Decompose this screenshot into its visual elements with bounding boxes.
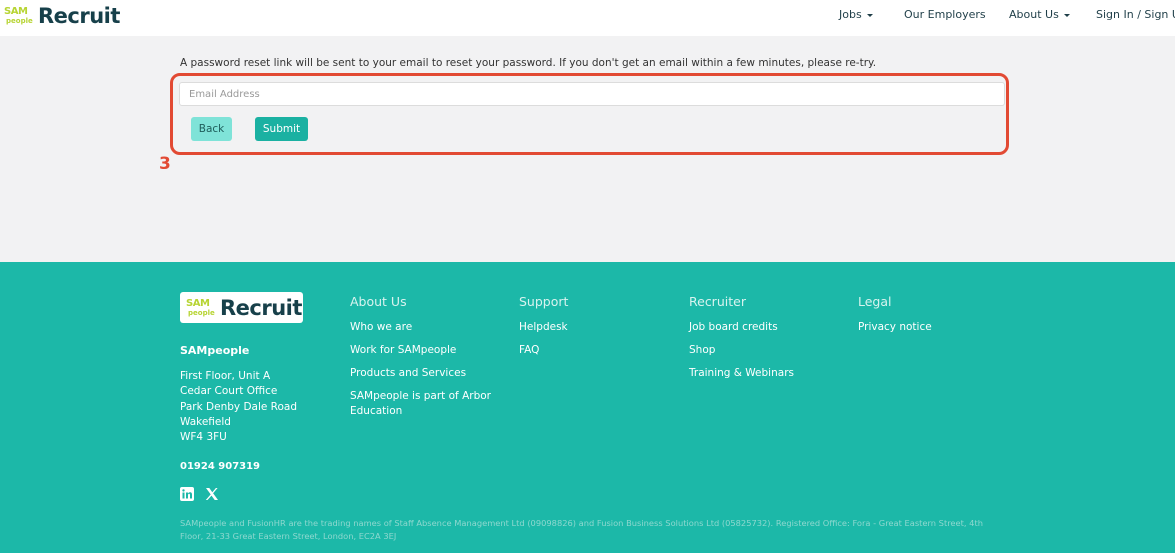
site-header: SAM people Recruit Jobs Our Employers Ab…: [0, 0, 1175, 36]
nav-employers-label: Our Employers: [904, 8, 986, 21]
footer-link-privacy-notice[interactable]: Privacy notice: [858, 320, 932, 335]
logo-people-text: people: [6, 17, 33, 25]
address-line: Wakefield: [180, 415, 231, 428]
site-footer: SAM people Recruit SAMpeople First Floor…: [0, 262, 1175, 553]
address-line: WF4 3FU: [180, 431, 227, 444]
logo-wordmark: Recruit: [38, 4, 120, 28]
nav-sign-in-label: Sign In / Sign Up: [1096, 8, 1175, 21]
nav-about-us[interactable]: About Us: [1009, 8, 1070, 21]
annotation-number: 3: [159, 154, 171, 174]
address-line: Park Denby Dale Road: [180, 400, 298, 413]
footer-phone: 01924 907319: [180, 461, 261, 472]
sampeople-logo-mark: SAM people: [186, 297, 218, 319]
footer-column-legal: Legal Privacy notice: [858, 294, 932, 343]
footer-link-helpdesk[interactable]: Helpdesk: [519, 320, 568, 335]
x-icon[interactable]: [205, 486, 219, 500]
site-logo[interactable]: SAM people Recruit: [4, 2, 120, 30]
footer-column-title: About Us: [350, 294, 407, 309]
chevron-down-icon: [1063, 13, 1070, 17]
chevron-down-icon: [866, 13, 873, 17]
footer-column-recruiter: Recruiter Job board credits Shop Trainin…: [689, 294, 794, 389]
footer-link-arbor-education[interactable]: SAMpeople is part of Arbor Education: [350, 389, 500, 419]
footer-link-products-services[interactable]: Products and Services: [350, 366, 500, 381]
footer-address: First Floor, Unit A Cedar Court Office P…: [180, 369, 297, 445]
footer-link-training-webinars[interactable]: Training & Webinars: [689, 366, 794, 381]
linkedin-icon[interactable]: [180, 486, 194, 501]
sampeople-logo-mark: SAM people: [4, 5, 36, 27]
logo-sam-text: SAM: [4, 6, 28, 17]
nav-our-employers[interactable]: Our Employers: [904, 8, 986, 21]
reset-info-text: A password reset link will be sent to yo…: [180, 57, 877, 69]
footer-legal-text: SAMpeople and FusionHR are the trading n…: [180, 518, 983, 541]
logo-sam-text: SAM: [186, 297, 210, 309]
nav-sign-in[interactable]: Sign In / Sign Up: [1096, 8, 1175, 21]
footer-org-name: SAMpeople: [180, 344, 250, 357]
footer-column-about: About Us Who we are Work for SAMpeople P…: [350, 294, 500, 427]
logo-wordmark: Recruit: [220, 295, 302, 320]
footer-column-support: Support Helpdesk FAQ: [519, 294, 568, 366]
footer-column-title: Legal: [858, 294, 892, 309]
nav-jobs-label: Jobs: [839, 8, 862, 21]
footer-column-title: Support: [519, 294, 569, 309]
logo-people-text: people: [188, 308, 215, 317]
address-line: First Floor, Unit A: [180, 370, 271, 382]
nav-jobs[interactable]: Jobs: [839, 8, 873, 21]
footer-logo[interactable]: SAM people Recruit: [180, 292, 303, 323]
nav-about-label: About Us: [1009, 8, 1059, 21]
footer-column-title: Recruiter: [689, 294, 746, 309]
footer-link-faq[interactable]: FAQ: [519, 343, 568, 358]
footer-link-job-board-credits[interactable]: Job board credits: [689, 320, 794, 335]
footer-link-work-for-sampeople[interactable]: Work for SAMpeople: [350, 343, 500, 358]
footer-link-shop[interactable]: Shop: [689, 343, 794, 358]
address-line: Cedar Court Office: [180, 385, 278, 398]
annotation-highlight-box: [170, 73, 1009, 155]
footer-link-who-we-are[interactable]: Who we are: [350, 320, 500, 335]
